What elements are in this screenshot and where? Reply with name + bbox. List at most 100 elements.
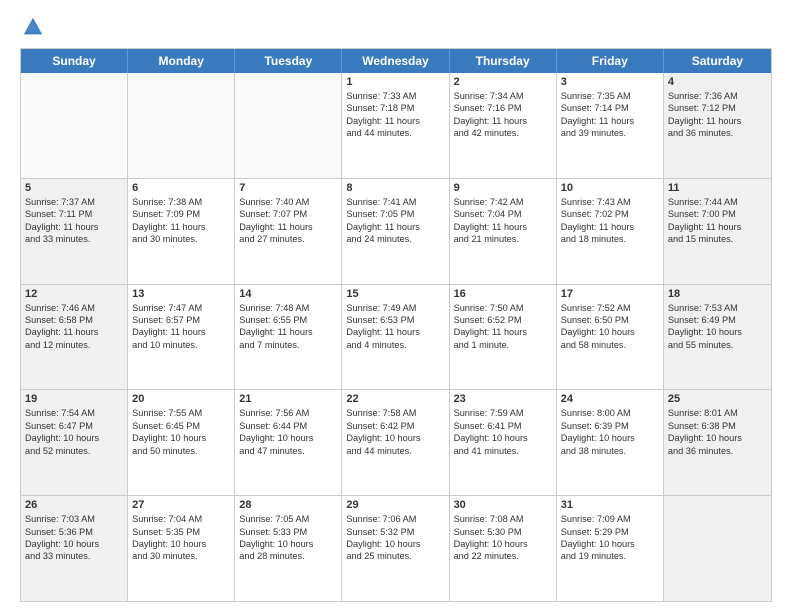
cell-line: Sunset: 6:47 PM (25, 420, 123, 432)
cell-line: and 38 minutes. (561, 445, 659, 457)
cell-line: Daylight: 11 hours (239, 221, 337, 233)
cell-line: Sunrise: 7:36 AM (668, 90, 767, 102)
cell-line: Sunset: 7:00 PM (668, 208, 767, 220)
calendar-row-3: 19Sunrise: 7:54 AMSunset: 6:47 PMDayligh… (21, 390, 771, 496)
day-number: 13 (132, 288, 230, 300)
cell-line: Sunrise: 7:47 AM (132, 302, 230, 314)
cal-cell-r3-c4: 23Sunrise: 7:59 AMSunset: 6:41 PMDayligh… (450, 390, 557, 495)
cell-line: Daylight: 11 hours (346, 326, 444, 338)
cell-line: and 27 minutes. (239, 233, 337, 245)
cell-line: Daylight: 10 hours (561, 432, 659, 444)
cell-line: Sunset: 6:50 PM (561, 314, 659, 326)
cell-line: Sunset: 6:44 PM (239, 420, 337, 432)
cal-cell-r1-c2: 7Sunrise: 7:40 AMSunset: 7:07 PMDaylight… (235, 179, 342, 284)
header-saturday: Saturday (664, 49, 771, 73)
cell-line: Sunrise: 7:52 AM (561, 302, 659, 314)
calendar-header: SundayMondayTuesdayWednesdayThursdayFrid… (21, 49, 771, 73)
cell-line: and 36 minutes. (668, 445, 767, 457)
header-monday: Monday (128, 49, 235, 73)
cell-line: Sunset: 7:18 PM (346, 102, 444, 114)
cell-line: Sunset: 7:11 PM (25, 208, 123, 220)
cell-line: Daylight: 11 hours (346, 115, 444, 127)
day-number: 6 (132, 182, 230, 194)
cal-cell-r3-c5: 24Sunrise: 8:00 AMSunset: 6:39 PMDayligh… (557, 390, 664, 495)
cell-line: Daylight: 11 hours (25, 221, 123, 233)
cell-line: Sunset: 5:30 PM (454, 526, 552, 538)
day-number: 1 (346, 76, 444, 88)
cal-cell-r3-c6: 25Sunrise: 8:01 AMSunset: 6:38 PMDayligh… (664, 390, 771, 495)
cell-line: Sunrise: 7:34 AM (454, 90, 552, 102)
cell-line: Daylight: 11 hours (346, 221, 444, 233)
day-number: 15 (346, 288, 444, 300)
cell-line: Sunset: 6:52 PM (454, 314, 552, 326)
cell-line: Daylight: 11 hours (239, 326, 337, 338)
cell-line: Daylight: 10 hours (239, 538, 337, 550)
cal-cell-r1-c6: 11Sunrise: 7:44 AMSunset: 7:00 PMDayligh… (664, 179, 771, 284)
cal-cell-r0-c2 (235, 73, 342, 178)
cell-line: Sunset: 7:14 PM (561, 102, 659, 114)
cell-line: and 42 minutes. (454, 127, 552, 139)
cell-line: Sunset: 6:49 PM (668, 314, 767, 326)
cell-line: Sunrise: 7:35 AM (561, 90, 659, 102)
cal-cell-r2-c6: 18Sunrise: 7:53 AMSunset: 6:49 PMDayligh… (664, 285, 771, 390)
day-number: 2 (454, 76, 552, 88)
cell-line: and 55 minutes. (668, 339, 767, 351)
day-number: 19 (25, 393, 123, 405)
cell-line: Daylight: 11 hours (668, 115, 767, 127)
cell-line: Sunrise: 7:43 AM (561, 196, 659, 208)
day-number: 26 (25, 499, 123, 511)
cell-line: Sunrise: 7:53 AM (668, 302, 767, 314)
cell-line: Sunrise: 7:06 AM (346, 513, 444, 525)
cell-line: Sunrise: 7:50 AM (454, 302, 552, 314)
cell-line: and 15 minutes. (668, 233, 767, 245)
cell-line: Sunrise: 7:03 AM (25, 513, 123, 525)
cell-line: Sunrise: 7:48 AM (239, 302, 337, 314)
cal-cell-r1-c5: 10Sunrise: 7:43 AMSunset: 7:02 PMDayligh… (557, 179, 664, 284)
header-wednesday: Wednesday (342, 49, 449, 73)
cell-line: and 33 minutes. (25, 550, 123, 562)
cell-line: Sunset: 7:04 PM (454, 208, 552, 220)
cell-line: Sunrise: 8:00 AM (561, 407, 659, 419)
calendar-body: 1Sunrise: 7:33 AMSunset: 7:18 PMDaylight… (21, 73, 771, 601)
cell-line: and 19 minutes. (561, 550, 659, 562)
cal-cell-r2-c5: 17Sunrise: 7:52 AMSunset: 6:50 PMDayligh… (557, 285, 664, 390)
cell-line: and 4 minutes. (346, 339, 444, 351)
cal-cell-r2-c0: 12Sunrise: 7:46 AMSunset: 6:58 PMDayligh… (21, 285, 128, 390)
calendar: SundayMondayTuesdayWednesdayThursdayFrid… (20, 48, 772, 602)
cell-line: and 44 minutes. (346, 445, 444, 457)
cal-cell-r4-c3: 29Sunrise: 7:06 AMSunset: 5:32 PMDayligh… (342, 496, 449, 601)
day-number: 11 (668, 182, 767, 194)
header-sunday: Sunday (21, 49, 128, 73)
cell-line: Sunset: 6:38 PM (668, 420, 767, 432)
cell-line: and 50 minutes. (132, 445, 230, 457)
cell-line: Sunrise: 7:42 AM (454, 196, 552, 208)
cal-cell-r4-c2: 28Sunrise: 7:05 AMSunset: 5:33 PMDayligh… (235, 496, 342, 601)
cal-cell-r0-c6: 4Sunrise: 7:36 AMSunset: 7:12 PMDaylight… (664, 73, 771, 178)
cal-cell-r0-c5: 3Sunrise: 7:35 AMSunset: 7:14 PMDaylight… (557, 73, 664, 178)
day-number: 28 (239, 499, 337, 511)
cell-line: Daylight: 10 hours (346, 432, 444, 444)
cal-cell-r1-c1: 6Sunrise: 7:38 AMSunset: 7:09 PMDaylight… (128, 179, 235, 284)
header-thursday: Thursday (450, 49, 557, 73)
cell-line: and 41 minutes. (454, 445, 552, 457)
day-number: 5 (25, 182, 123, 194)
cal-cell-r1-c0: 5Sunrise: 7:37 AMSunset: 7:11 PMDaylight… (21, 179, 128, 284)
cell-line: and 52 minutes. (25, 445, 123, 457)
cell-line: Daylight: 10 hours (561, 538, 659, 550)
cell-line: Sunset: 5:32 PM (346, 526, 444, 538)
cell-line: and 10 minutes. (132, 339, 230, 351)
cell-line: Sunset: 6:57 PM (132, 314, 230, 326)
cell-line: Sunset: 6:45 PM (132, 420, 230, 432)
cal-cell-r3-c1: 20Sunrise: 7:55 AMSunset: 6:45 PMDayligh… (128, 390, 235, 495)
cell-line: Sunrise: 8:01 AM (668, 407, 767, 419)
cell-line: and 24 minutes. (346, 233, 444, 245)
day-number: 25 (668, 393, 767, 405)
header (20, 16, 772, 38)
cal-cell-r0-c4: 2Sunrise: 7:34 AMSunset: 7:16 PMDaylight… (450, 73, 557, 178)
cell-line: and 36 minutes. (668, 127, 767, 139)
cell-line: Daylight: 11 hours (561, 115, 659, 127)
cell-line: Daylight: 10 hours (132, 432, 230, 444)
calendar-row-0: 1Sunrise: 7:33 AMSunset: 7:18 PMDaylight… (21, 73, 771, 179)
cell-line: Daylight: 10 hours (25, 432, 123, 444)
calendar-row-4: 26Sunrise: 7:03 AMSunset: 5:36 PMDayligh… (21, 496, 771, 601)
